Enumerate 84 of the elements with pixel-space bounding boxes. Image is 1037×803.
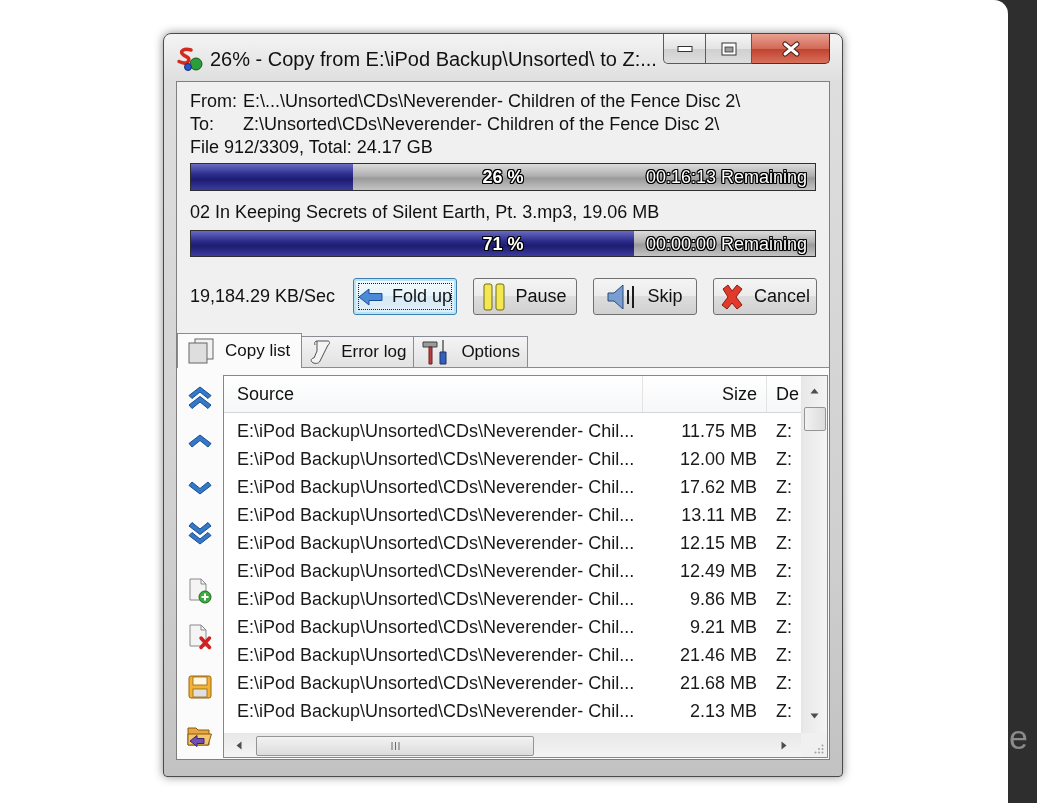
chevron-down-icon[interactable] bbox=[188, 481, 212, 495]
source-cell-text: E:\iPod Backup\Unsorted\CDs\Neverender- Chil... bbox=[236, 531, 636, 555]
source-cell-text: E:\iPod Backup\Unsorted\CDs\Neverender- Chil... bbox=[236, 475, 636, 499]
path-label: From: bbox=[190, 90, 238, 113]
path-value: Z:\Unsorted\CDs\Neverender- Children of the Fence Disc 2\ bbox=[243, 113, 720, 136]
vertical-scrollbar[interactable] bbox=[801, 376, 827, 733]
grip-icon bbox=[390, 741, 400, 750]
source-cell-text: E:\iPod Backup\Unsorted\CDs\Neverender- Chil... bbox=[236, 503, 636, 527]
x-mark-icon bbox=[720, 283, 744, 310]
scrollbar-thumb[interactable] bbox=[803, 407, 826, 431]
size-cell-text: 9.86 MB bbox=[688, 587, 758, 611]
table-cell-text: Z: bbox=[775, 447, 793, 471]
file-plus-icon[interactable] bbox=[188, 578, 212, 604]
table-cell-text: Z: bbox=[775, 559, 793, 583]
pause-icon bbox=[483, 282, 506, 311]
tab[interactable]: Error log bbox=[301, 336, 415, 367]
size-cell-text: 12.15 MB bbox=[678, 531, 758, 555]
double-chevron-down-icon[interactable] bbox=[188, 521, 212, 545]
edge-text: e bbox=[1009, 720, 1029, 754]
scroll-right-icon[interactable] bbox=[781, 741, 787, 750]
column-header[interactable]: Source bbox=[224, 376, 643, 412]
table-cell-text: Z: bbox=[775, 503, 793, 527]
size-cell-text: 13.11 MB bbox=[680, 503, 758, 527]
cancel-button[interactable]: Cancel bbox=[713, 278, 817, 315]
size-grip-icon[interactable] bbox=[814, 744, 824, 754]
size-cell-text: 21.68 MB bbox=[678, 671, 758, 695]
close-button[interactable] bbox=[752, 34, 830, 64]
pages-icon bbox=[187, 338, 215, 364]
time-remaining: 00:00:00 Remaining bbox=[645, 234, 807, 253]
size-cell-text: 11.75 MB bbox=[680, 419, 758, 443]
window-title: 26% - Copy from E:\iPod Backup\Unsorted\ to Z:... bbox=[210, 47, 657, 71]
minimize-icon bbox=[676, 44, 693, 53]
time-remaining: 00:16:13 Remaining bbox=[645, 168, 807, 186]
chevron-up-icon[interactable] bbox=[188, 434, 212, 448]
table-cell-text: Z: bbox=[775, 475, 793, 499]
path-label: To: bbox=[190, 113, 215, 136]
folder-arrow-icon[interactable] bbox=[187, 724, 213, 748]
table-cell-text: Z: bbox=[775, 615, 793, 639]
source-cell-text: E:\iPod Backup\Unsorted\CDs\Neverender- Chil... bbox=[236, 671, 636, 695]
table-cell-text: Z: bbox=[775, 671, 793, 695]
minimize-button[interactable] bbox=[663, 34, 706, 64]
scroll-icon bbox=[309, 339, 332, 365]
progress-percent: 71 % bbox=[482, 234, 524, 253]
tab[interactable]: Options bbox=[413, 336, 528, 367]
arrow-left-icon bbox=[357, 286, 384, 307]
app-logo-icon bbox=[176, 46, 204, 72]
source-cell-text: E:\iPod Backup\Unsorted\CDs\Neverender- Chil... bbox=[236, 447, 636, 471]
size-cell-text: 21.46 MB bbox=[678, 643, 758, 667]
table-cell-text: Z: bbox=[775, 587, 793, 611]
maximize-button[interactable] bbox=[706, 34, 752, 64]
tab[interactable]: Copy list bbox=[177, 333, 303, 368]
skip-button[interactable]: Skip bbox=[593, 278, 697, 315]
file-x-icon[interactable] bbox=[188, 624, 212, 650]
size-cell-text: 2.13 MB bbox=[688, 699, 758, 723]
scroll-up-icon[interactable] bbox=[810, 388, 819, 394]
scrollbar-thumb[interactable] bbox=[256, 735, 534, 756]
scroll-left-icon[interactable] bbox=[236, 741, 242, 750]
table-cell-text: Z: bbox=[775, 699, 793, 723]
close-icon bbox=[781, 40, 800, 57]
fold-up-button[interactable]: Fold up bbox=[353, 278, 457, 315]
table-cell-text: Z: bbox=[775, 419, 793, 443]
maximize-icon bbox=[720, 41, 737, 56]
source-cell-text: E:\iPod Backup\Unsorted\CDs\Neverender- Chil... bbox=[236, 419, 636, 443]
source-cell-text: E:\iPod Backup\Unsorted\CDs\Neverender- Chil... bbox=[236, 615, 636, 639]
pause-button[interactable]: Pause bbox=[473, 278, 577, 315]
transfer-speed: 19,184.29 KB/Sec bbox=[190, 285, 337, 308]
size-cell-text: 12.49 MB bbox=[678, 559, 758, 583]
size-cell-text: 9.21 MB bbox=[688, 615, 758, 639]
source-cell-text: E:\iPod Backup\Unsorted\CDs\Neverender- Chil... bbox=[236, 587, 636, 611]
double-chevron-up-icon[interactable] bbox=[188, 386, 212, 410]
size-cell-text: 12.00 MB bbox=[678, 447, 758, 471]
path-value: E:\...\Unsorted\CDs\Neverender- Children of the Fence Disc 2\ bbox=[243, 90, 741, 113]
file-count: File 912/3309, Total: 24.17 GB bbox=[190, 136, 433, 159]
current-file-name: 02 In Keeping Secrets of Silent Earth, Pt. 3.mp3, 19.06 MB bbox=[190, 201, 660, 224]
size-cell-text: 17.62 MB bbox=[678, 475, 758, 499]
column-header[interactable]: De bbox=[767, 376, 801, 412]
scroll-down-icon[interactable] bbox=[810, 713, 819, 719]
source-cell-text: E:\iPod Backup\Unsorted\CDs\Neverender- Chil... bbox=[236, 643, 636, 667]
source-cell-text: E:\iPod Backup\Unsorted\CDs\Neverender- Chil... bbox=[236, 699, 636, 723]
table-cell-text: Z: bbox=[775, 643, 793, 667]
table-cell-text: Z: bbox=[775, 531, 793, 555]
horizontal-scrollbar[interactable] bbox=[224, 733, 801, 757]
column-header[interactable]: Size bbox=[643, 376, 767, 412]
source-cell-text: E:\iPod Backup\Unsorted\CDs\Neverender- Chil... bbox=[236, 559, 636, 583]
